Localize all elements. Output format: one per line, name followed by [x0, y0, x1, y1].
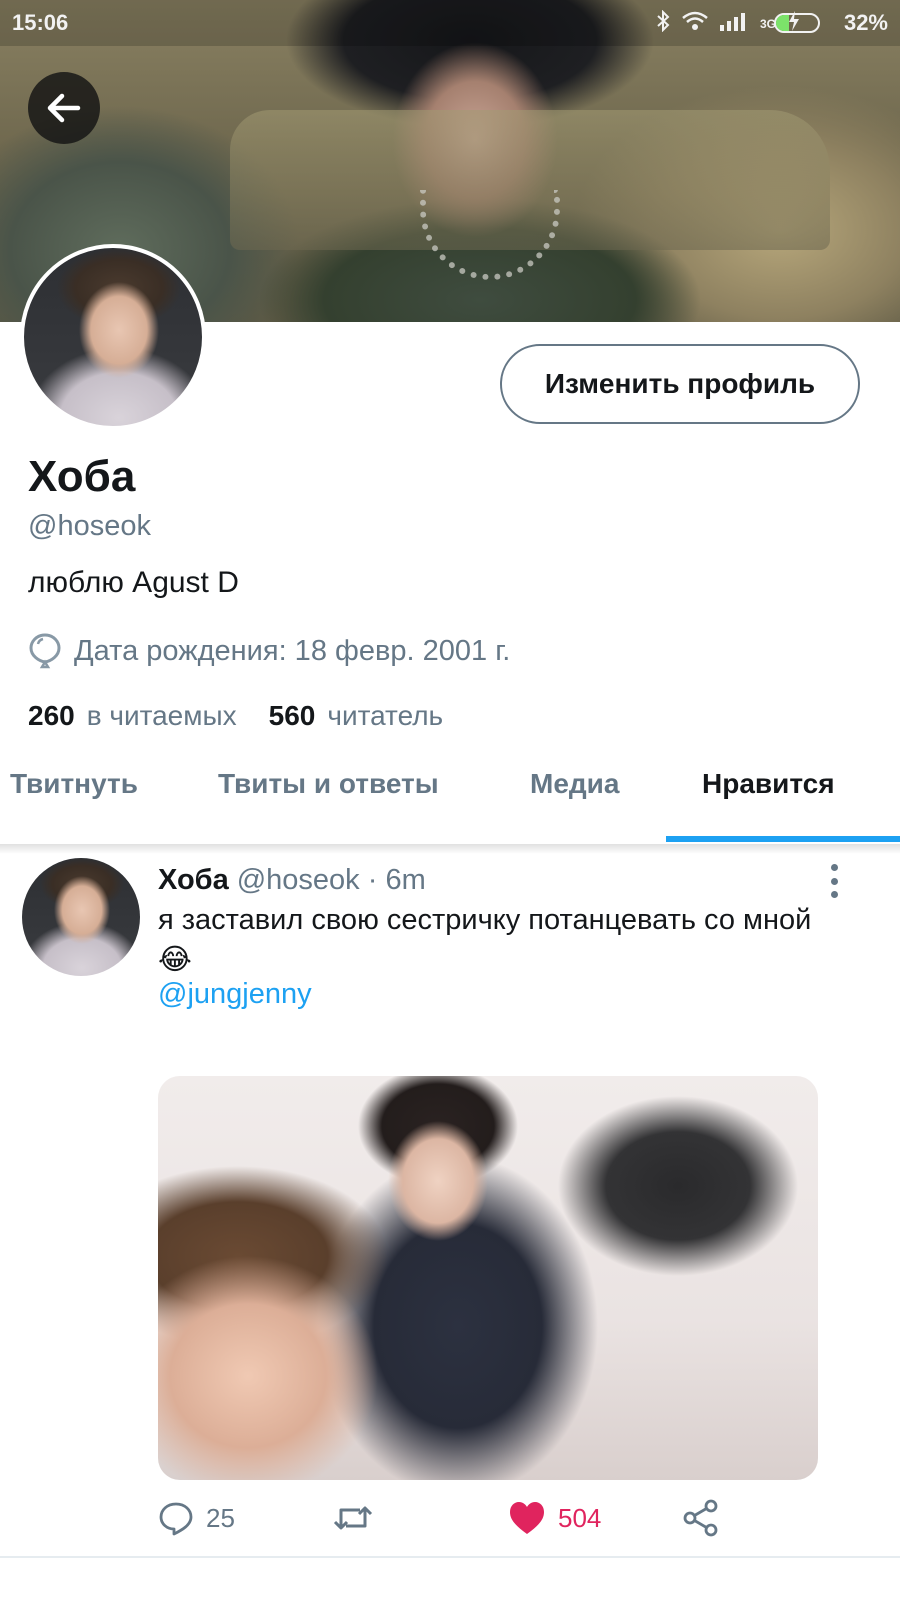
followers-stat[interactable]: 560 читатель — [269, 700, 444, 732]
profile-tabs: Твитнуть Твиты и ответы Медиа Нравится — [0, 740, 900, 844]
bluetooth-icon — [656, 9, 670, 37]
battery-percent: 32% — [843, 10, 888, 35]
retweet-icon — [333, 1506, 373, 1530]
status-bar: 15:06 3G 32% — [0, 0, 900, 46]
battery-fill — [776, 15, 790, 31]
status-time: 15:06 — [12, 10, 69, 35]
signal-icon — [719, 11, 748, 36]
tweet-media-image[interactable] — [158, 1076, 818, 1480]
like-button[interactable]: 504 — [508, 1494, 601, 1542]
reply-button[interactable]: 25 — [158, 1494, 235, 1542]
back-button[interactable] — [28, 72, 100, 144]
following-label: в читаемых — [86, 700, 237, 731]
reply-count: 25 — [206, 1502, 235, 1533]
tabs-shadow — [0, 844, 900, 854]
following-stat[interactable]: 260 в читаемых — [28, 700, 237, 732]
followers-label: читатель — [327, 700, 444, 731]
edit-profile-button[interactable]: Изменить профиль — [500, 344, 860, 424]
followers-count: 560 — [268, 700, 316, 731]
birthday-text: Дата рождения: 18 февр. 2001 г. — [74, 634, 511, 667]
tweet-divider — [0, 1556, 900, 1558]
tweet-author-handle: @hoseok — [236, 864, 360, 896]
tab-tweets-replies[interactable]: Твиты и ответы — [218, 768, 439, 800]
back-arrow-icon — [47, 93, 81, 123]
tab-likes[interactable]: Нравится — [702, 768, 835, 800]
tab-tweets[interactable]: Твитнуть — [10, 768, 138, 800]
share-button[interactable] — [682, 1494, 720, 1542]
wifi-icon — [682, 11, 708, 36]
tweet-author-name[interactable]: Хоба — [158, 864, 229, 896]
tweet-header: Хоба @hoseok · 6m — [158, 864, 426, 897]
follow-stats: 260 в читаемых 560 читатель — [28, 700, 443, 732]
profile-avatar[interactable] — [20, 244, 206, 430]
tweet-actions: 25 504 — [158, 1494, 758, 1544]
like-count: 504 — [558, 1502, 602, 1533]
tweet-time: 6m — [385, 864, 426, 896]
following-count: 260 — [28, 700, 75, 731]
retweet-button[interactable] — [332, 1494, 374, 1542]
tweet-text: я заставил свою сестричку потанцевать со… — [158, 904, 812, 976]
profile-handle: @hoseok — [28, 510, 151, 542]
profile-bio: люблю Agust D — [28, 566, 239, 599]
balloon-icon — [29, 633, 61, 669]
tweet-avatar[interactable] — [22, 858, 140, 976]
reply-icon — [159, 1502, 193, 1536]
active-tab-indicator — [666, 836, 900, 842]
tweet-mention-link[interactable]: @jungjenny — [158, 978, 312, 1011]
heart-icon — [510, 1502, 544, 1534]
tab-media[interactable]: Медиа — [530, 768, 619, 800]
birthday-row: Дата рождения: 18 февр. 2001 г. — [28, 632, 510, 670]
share-icon — [683, 1499, 718, 1537]
banner-chain-shape — [420, 190, 560, 280]
display-name: Хоба — [28, 452, 136, 501]
tweet-separator: · — [367, 864, 378, 896]
battery-icon — [774, 13, 820, 33]
more-vertical-icon[interactable] — [826, 864, 842, 898]
